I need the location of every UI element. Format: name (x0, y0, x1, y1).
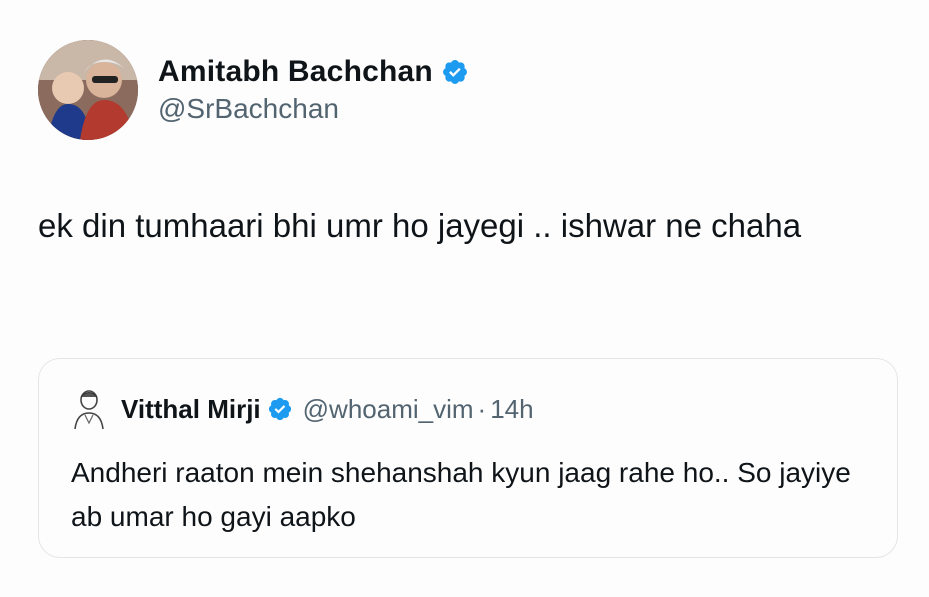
sketch-avatar-icon[interactable] (71, 389, 107, 430)
author-name-row: Amitabh Bachchan (158, 55, 469, 89)
author-handle[interactable]: @SrBachchan (158, 93, 469, 125)
profile-photo-icon (38, 40, 138, 140)
author-names: Amitabh Bachchan @SrBachchan (158, 55, 469, 125)
quoted-tweet-time[interactable]: 14h (490, 394, 533, 425)
tweet-text: ek din tumhaari bhi umr ho jayegi .. ish… (38, 207, 802, 244)
dot-separator: · (477, 393, 487, 424)
quoted-tweet-header: Vitthal Mirji @whoami_vim · 14h (71, 389, 534, 430)
tweet-card: Amitabh Bachchan @SrBachchan ek din tumh… (0, 0, 929, 597)
author-display-name[interactable]: Amitabh Bachchan (158, 55, 433, 89)
quoted-tweet-text: Andheri raaton mein shehanshah kyun jaag… (71, 457, 851, 532)
author-avatar[interactable] (38, 40, 138, 140)
tweet-header: Amitabh Bachchan @SrBachchan (38, 40, 469, 140)
verified-badge-icon (267, 396, 293, 422)
quoted-author-handle[interactable]: @whoami_vim (303, 394, 474, 425)
verified-badge-icon (441, 58, 469, 86)
quoted-author-name[interactable]: Vitthal Mirji (121, 394, 261, 425)
quoted-tweet-card[interactable]: Vitthal Mirji @whoami_vim · 14h Andheri … (38, 358, 898, 558)
